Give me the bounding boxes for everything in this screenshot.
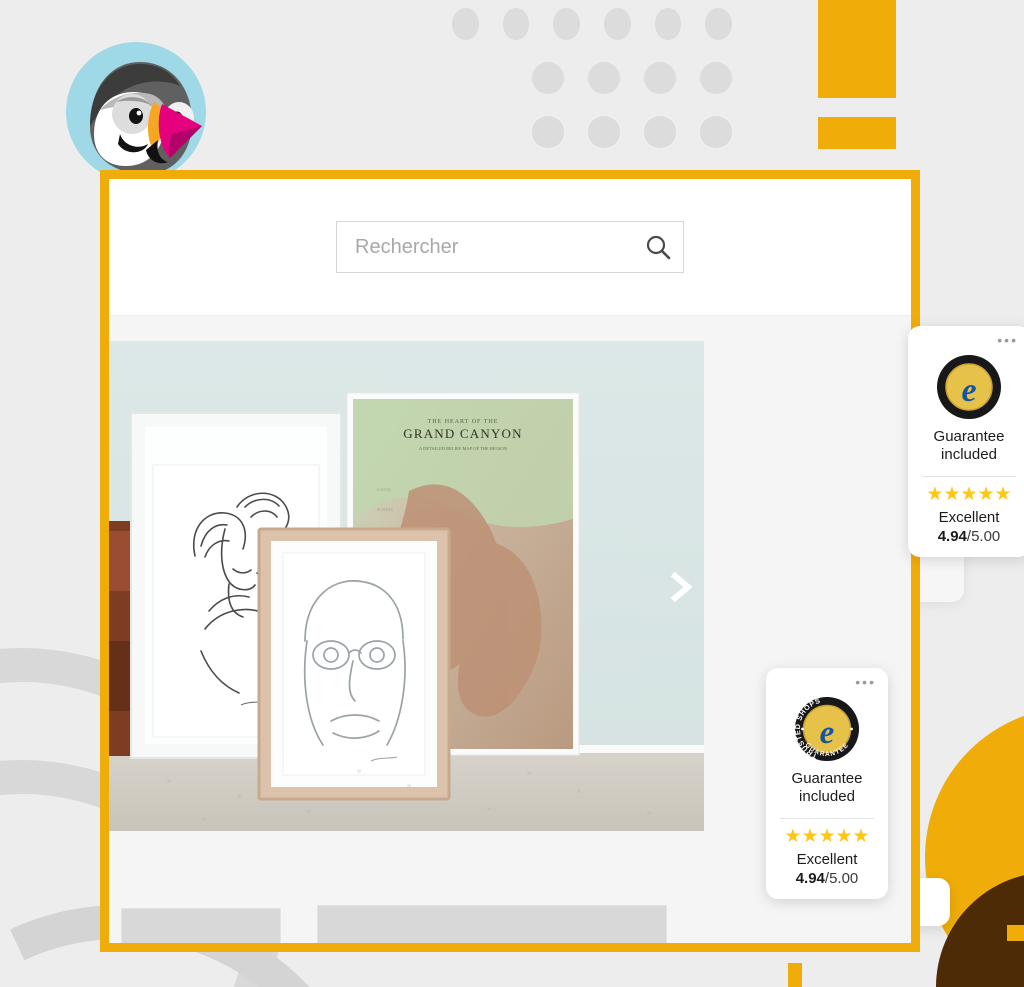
product-carousel[interactable]: THE HEART OF THE GRAND CANYON A DETAILED… [109, 341, 704, 831]
decorative-dot [502, 8, 530, 40]
svg-text:GRAND CANYON: GRAND CANYON [403, 426, 523, 441]
decorative-dot [705, 8, 733, 40]
placeholder-bar [426, 944, 646, 951]
decorative-dot [452, 8, 479, 40]
rating-max: /5.00 [966, 527, 1001, 545]
decorative-dot [532, 62, 564, 94]
divider [780, 817, 874, 819]
divider [922, 475, 1016, 477]
more-options-icon[interactable]: ••• [916, 333, 1022, 348]
trusted-shops-seal-icon: e [937, 355, 1001, 419]
rating-value: 4.94 [937, 527, 967, 545]
decorative-dot [700, 116, 732, 148]
rating-label: Excellent [938, 508, 1000, 526]
placeholder-bar [122, 944, 230, 951]
star-rating: ★★★★★ [784, 825, 870, 847]
guarantee-line-1: Guarantee [791, 770, 863, 787]
content-placeholder-2[interactable] [317, 905, 667, 951]
decorative-dot [588, 62, 620, 94]
more-options-icon[interactable]: ••• [774, 675, 880, 690]
search-icon[interactable] [643, 232, 673, 262]
decorative-dot [553, 8, 581, 40]
trusted-shops-card-background[interactable]: ••• e Guarantee included ★★★★★ Excellent… [908, 326, 1024, 557]
svg-text:e: e [961, 372, 976, 409]
search-input[interactable] [355, 235, 643, 259]
search-box[interactable] [336, 221, 684, 273]
guarantee-line-2: included [941, 446, 997, 464]
decorative-dot [654, 8, 682, 40]
svg-text:PLATEAU: PLATEAU [377, 508, 393, 512]
rating-value: 4.94 [795, 869, 825, 887]
yellow-rectangle-small [818, 117, 896, 149]
yellow-rectangle-large [818, 0, 896, 98]
guarantee-line-2: included [799, 788, 855, 806]
decorative-dot [588, 116, 620, 148]
trusted-shops-seal-icon: TRUSTED SHOPS GUARANTEE e [794, 696, 859, 761]
decorative-dot [644, 116, 676, 148]
chevron-right-icon[interactable] [661, 567, 701, 607]
decorative-dot [532, 116, 564, 148]
svg-text:e: e [820, 715, 835, 751]
content-placeholder-1[interactable] [121, 908, 281, 951]
site-header [109, 179, 911, 316]
dot-grid-decoration [452, 8, 733, 170]
guarantee-line-1: Guarantee [933, 428, 1005, 445]
svg-text:KAIBAB: KAIBAB [377, 488, 391, 492]
rating-max: /5.00 [824, 869, 859, 887]
brown-circle-slot [1007, 925, 1024, 941]
svg-text:THE HEART OF THE: THE HEART OF THE [428, 419, 499, 425]
rating-score: 4.94/5.00 [774, 870, 880, 887]
rating-label: Excellent [796, 850, 858, 868]
rating-score: 4.94/5.00 [916, 528, 1022, 545]
decorative-dot [604, 8, 631, 40]
page-canvas: THE HEART OF THE GRAND CANYON A DETAILED… [0, 0, 1024, 987]
trusted-shops-card[interactable]: ••• TRUSTED SHOPS GUARANTEE e Guarantee … [766, 668, 888, 899]
yellow-rectangle-bottom [788, 963, 802, 987]
decorative-dot [644, 62, 676, 94]
svg-text:A DETAILED RELIEF MAP OF THE R: A DETAILED RELIEF MAP OF THE REGION [419, 446, 508, 451]
star-rating: ★★★★★ [926, 483, 1012, 505]
decorative-dot [700, 62, 732, 94]
